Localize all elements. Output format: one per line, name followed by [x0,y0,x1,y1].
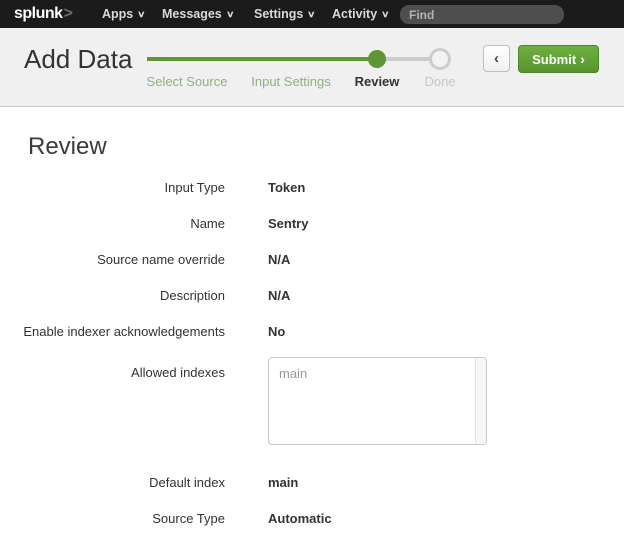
menu-activity-label: Activity [332,7,377,21]
field-value: N/A [268,252,624,267]
field-row-indexer-acknowledgements: Enable indexer acknowledgements No [0,313,624,349]
menu-messages[interactable]: Messages ∨ [162,0,233,28]
chevron-down-icon: ∨ [137,10,146,19]
step-done: Done [410,74,470,89]
field-row-default-index: Default index main [0,464,624,500]
field-label: Default index [0,475,225,490]
splunk-logo-caret-icon: > [64,5,73,23]
field-label: Description [0,288,225,303]
field-row-name: Name Sentry [0,205,624,241]
listbox-option-main: main [269,358,486,381]
field-row-source-type: Source Type Automatic [0,500,624,536]
menu-apps-label: Apps [102,7,133,21]
submit-button-label: Submit [532,52,576,67]
field-row-description: Description N/A [0,277,624,313]
menu-settings[interactable]: Settings ∨ [254,0,315,28]
splunk-logo-text: splunk [14,5,63,23]
field-value: No [268,324,624,339]
menu-apps[interactable]: Apps ∨ [102,0,145,28]
splunk-logo[interactable]: splunk > [14,0,72,28]
field-value: Automatic [268,511,624,526]
back-button[interactable]: ‹ [483,45,510,72]
menu-activity[interactable]: Activity ∨ [332,0,389,28]
stepper-current-dot [368,50,386,68]
page-title: Add Data [24,44,132,75]
menu-settings-label: Settings [254,7,303,21]
field-value: Sentry [268,216,624,231]
review-heading: Review [28,132,624,162]
chevron-down-icon: ∨ [381,10,390,19]
step-input-settings: Input Settings [241,74,341,89]
field-value: Token [268,180,624,195]
listbox-scrollbar[interactable] [475,358,486,444]
field-label: Source Type [0,511,225,526]
submit-button[interactable]: Submit › [518,45,599,73]
review-panel: Review Input Type Token Name Sentry Sour… [0,108,624,536]
menu-messages-label: Messages [162,7,222,21]
chevron-left-icon: ‹ [494,50,499,67]
top-navigation-bar: splunk > Apps ∨ Messages ∨ Settings ∨ Ac… [0,0,624,28]
field-label: Source name override [0,252,225,267]
field-value: N/A [268,288,624,303]
step-review: Review [337,74,417,89]
chevron-right-icon: › [580,51,585,67]
field-value: main [268,475,624,490]
chevron-down-icon: ∨ [226,10,235,19]
field-row-source-name-override: Source name override N/A [0,241,624,277]
field-label: Allowed indexes [0,351,225,380]
stepper-progress-line [147,57,377,61]
find-search-input[interactable] [400,5,564,24]
allowed-indexes-listbox[interactable]: main [268,357,487,445]
field-label: Name [0,216,225,231]
field-row-input-type: Input Type Token [0,169,624,205]
stepper-upcoming-ring [429,48,451,70]
step-select-source: Select Source [137,74,237,89]
field-label: Enable indexer acknowledgements [0,324,225,339]
field-label: Input Type [0,180,225,195]
wizard-header: Add Data Select Source Input Settings Re… [0,28,624,107]
chevron-down-icon: ∨ [307,10,316,19]
field-row-allowed-indexes: Allowed indexes main [0,349,624,445]
